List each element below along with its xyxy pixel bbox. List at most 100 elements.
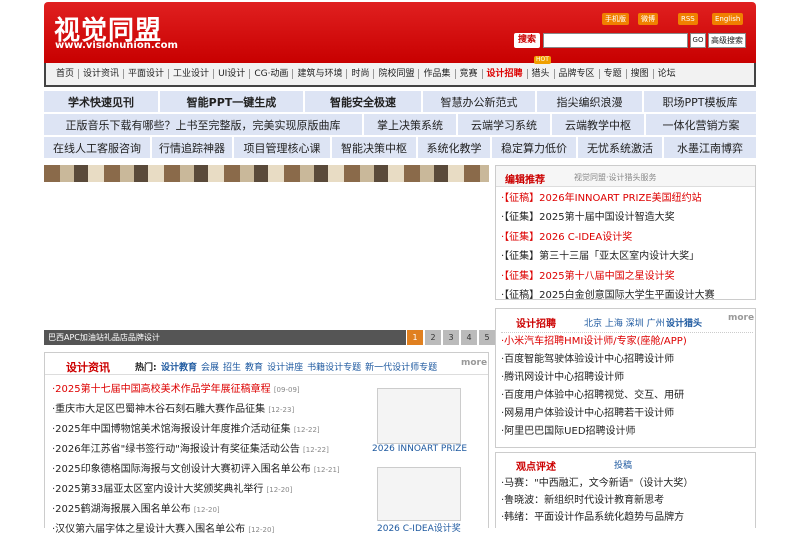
ad-link[interactable]: 项目管理核心课 bbox=[234, 137, 330, 158]
ad-link[interactable]: 行情追踪神器 bbox=[152, 137, 232, 158]
opinion-title[interactable]: 观点评述 bbox=[516, 458, 556, 473]
news-thumbnail-caption[interactable]: 2026 INNOART PRIZE bbox=[372, 444, 467, 454]
nav-industrial[interactable]: 工业设计 bbox=[168, 69, 213, 79]
ad-link[interactable]: 稳定算力低价 bbox=[492, 137, 576, 158]
editor-picks-subtitle[interactable]: 视觉同盟·设计猎头服务 bbox=[574, 172, 657, 183]
nav-cg[interactable]: CG·动画 bbox=[249, 69, 292, 79]
list-item[interactable]: ·网易用户体验设计中心招聘若干设计师 bbox=[501, 405, 753, 423]
table-row[interactable]: ·2025年中国博物馆美术馆海报设计年度推介活动征集 [12-22] bbox=[52, 420, 372, 440]
hot-link[interactable]: 招生 bbox=[223, 360, 241, 373]
list-item[interactable]: ·百度智能驾驶体验设计中心招聘设计师 bbox=[501, 351, 753, 369]
ad-link[interactable]: 云端学习系统 bbox=[458, 114, 550, 135]
ad-link[interactable]: 正版音乐下载有哪些？上书至完整版，完美实现原版曲库 bbox=[44, 114, 362, 135]
nav-news[interactable]: 设计资讯 bbox=[78, 69, 123, 79]
list-item[interactable]: ·【征集】2025第十届中国设计智造大奖 bbox=[501, 208, 753, 227]
slider-page[interactable]: 1 bbox=[407, 330, 423, 345]
ad-link[interactable]: 一体化营销方案 bbox=[646, 114, 756, 135]
news-headline[interactable]: ·2025第33届亚太区室内设计大奖颁奖典礼举行 bbox=[52, 484, 263, 495]
nav-brands[interactable]: 品牌专区 bbox=[553, 69, 599, 79]
hot-link[interactable]: 会展 bbox=[201, 360, 219, 373]
ad-link[interactable]: 职场PPT模板库 bbox=[644, 91, 756, 112]
ad-link[interactable]: 无忧系统激活 bbox=[578, 137, 662, 158]
rss-link[interactable]: RSS bbox=[678, 13, 698, 25]
news-headline[interactable]: ·汉仪第六届字体之星设计大赛入围名单公布 bbox=[52, 524, 245, 535]
news-headline[interactable]: ·2026年江苏省"绿书签行动"海报设计有奖征集活动公告 bbox=[52, 444, 300, 455]
slider-page[interactable]: 4 bbox=[461, 330, 477, 345]
slider-page[interactable]: 5 bbox=[479, 330, 495, 345]
news-thumbnail[interactable] bbox=[377, 388, 461, 444]
search-go-button[interactable]: GO bbox=[690, 33, 706, 48]
news-headline[interactable]: ·重庆市大足区巴蜀神木谷石刻石雕大赛作品征集 bbox=[52, 404, 265, 415]
slider-page[interactable]: 2 bbox=[425, 330, 441, 345]
ad-link[interactable]: 智能决策中枢 bbox=[332, 137, 416, 158]
ad-link[interactable]: 智能安全极速 bbox=[305, 91, 421, 112]
news-headline[interactable]: ·2025鹤湖海报展入围名单公布 bbox=[52, 504, 191, 515]
list-item[interactable]: ·韩绪：平面设计作品系统化趋势与品牌方 bbox=[501, 509, 753, 526]
ad-link[interactable]: 系统化教学 bbox=[418, 137, 490, 158]
table-row[interactable]: ·2025鹤湖海报展入围名单公布 [12-20] bbox=[52, 500, 372, 520]
jobs-title[interactable]: 设计招聘 bbox=[516, 315, 556, 330]
nav-forum[interactable]: 论坛 bbox=[652, 69, 680, 79]
mobile-link[interactable]: 手机版 bbox=[602, 13, 629, 25]
news-headline[interactable]: ·2025印象德格国际海报与文创设计大赛初评入围名单公布 bbox=[52, 464, 311, 475]
opinion-submit-link[interactable]: 投稿 bbox=[614, 458, 632, 471]
jobs-cities[interactable]: 北京 上海 深圳 广州 bbox=[584, 316, 665, 329]
hot-link[interactable]: 设计教育 bbox=[161, 360, 197, 373]
ad-link[interactable]: 智慧办公新范式 bbox=[423, 91, 535, 112]
nav-portfolio[interactable]: 作品集 bbox=[418, 69, 454, 79]
list-item[interactable]: ·【征稿】2026年INNOART PRIZE美国纽约站 bbox=[501, 189, 753, 208]
weibo-link[interactable]: 微博 bbox=[638, 13, 658, 25]
list-item[interactable]: ·【征集】2026 C-IDEA设计奖 bbox=[501, 228, 753, 247]
table-row[interactable]: ·2025第十七届中国高校美术作品学年展征稿章程 [09-09] bbox=[52, 380, 372, 400]
list-item[interactable]: ·【征稿】2025白金创意国际大学生平面设计大赛 bbox=[501, 286, 753, 305]
list-item[interactable]: ·百度用户体验中心招聘视觉、交互、用研 bbox=[501, 387, 753, 405]
hot-link[interactable]: 书籍设计专题 bbox=[307, 360, 361, 373]
advanced-search-button[interactable]: 高级搜索 bbox=[708, 33, 746, 48]
hot-link[interactable]: 新一代设计师专题 bbox=[365, 360, 437, 373]
table-row[interactable]: ·2025第33届亚太区室内设计大奖颁奖典礼举行 [12-20] bbox=[52, 480, 372, 500]
nav-headhunter[interactable]: 猎头 bbox=[526, 69, 554, 79]
nav-image-search[interactable]: 搜图 bbox=[625, 69, 653, 79]
ad-link[interactable]: 云端教学中枢 bbox=[552, 114, 644, 135]
english-link[interactable]: English bbox=[712, 13, 744, 25]
ad-link[interactable]: 水墨江南博弈 bbox=[664, 137, 756, 158]
news-title[interactable]: 设计资讯 bbox=[66, 359, 110, 375]
nav-architecture[interactable]: 建筑与环境 bbox=[292, 69, 346, 79]
list-item[interactable]: ·腾讯网设计中心招聘设计师 bbox=[501, 369, 753, 387]
headhunter-link[interactable]: 设计猎头 bbox=[666, 316, 702, 329]
nav-ui[interactable]: UI设计 bbox=[213, 69, 249, 79]
ad-link[interactable]: 智能PPT一键生成 bbox=[160, 91, 303, 112]
list-item[interactable]: ·小米汽车招聘HMI设计师/专家(座舱/APP) bbox=[501, 333, 753, 351]
search-input[interactable] bbox=[543, 33, 688, 48]
news-headline[interactable]: ·2025年中国博物馆美术馆海报设计年度推介活动征集 bbox=[52, 424, 291, 435]
table-row[interactable]: ·2025印象德格国际海报与文创设计大赛初评入围名单公布 [12-21] bbox=[52, 460, 372, 480]
ad-link[interactable]: 学术快速见刊 bbox=[44, 91, 158, 112]
list-item[interactable]: ·鲁晓波：新组织时代设计教育新思考 bbox=[501, 492, 753, 509]
ad-link[interactable]: 掌上决策系统 bbox=[364, 114, 456, 135]
list-item[interactable]: ·阿里巴巴国际UED招聘设计师 bbox=[501, 423, 753, 441]
list-item[interactable]: ·【征集】2025第十八届中国之星设计奖 bbox=[501, 267, 753, 286]
news-thumbnail[interactable] bbox=[377, 467, 461, 521]
nav-contest[interactable]: 竞赛 bbox=[454, 69, 482, 79]
table-row[interactable]: ·重庆市大足区巴蜀神木谷石刻石雕大赛作品征集 [12-23] bbox=[52, 400, 372, 420]
nav-graphic[interactable]: 平面设计 bbox=[123, 69, 168, 79]
jobs-more-link[interactable]: more bbox=[728, 313, 754, 323]
table-row[interactable]: ·2026年江苏省"绿书签行动"海报设计有奖征集活动公告 [12-22] bbox=[52, 440, 372, 460]
nav-jobs[interactable]: 设计招聘 bbox=[481, 69, 527, 79]
slider-image[interactable] bbox=[44, 165, 489, 182]
news-headline[interactable]: ·2025第十七届中国高校美术作品学年展征稿章程 bbox=[52, 384, 271, 395]
ad-link[interactable]: 指尖编织浪漫 bbox=[537, 91, 642, 112]
slider-page[interactable]: 3 bbox=[443, 330, 459, 345]
nav-topics[interactable]: 专题 bbox=[598, 69, 626, 79]
nav-home[interactable]: 首页 bbox=[52, 69, 78, 79]
table-row[interactable]: ·汉仪第六届字体之星设计大赛入围名单公布 [12-20] bbox=[52, 520, 372, 540]
nav-fashion[interactable]: 时尚 bbox=[346, 69, 373, 79]
hot-link[interactable]: 教育 bbox=[245, 360, 263, 373]
slider-caption[interactable]: 巴西APC加油站礼品店品牌设计 bbox=[44, 330, 406, 345]
nav-schools[interactable]: 院校同盟 bbox=[373, 69, 418, 79]
hot-link[interactable]: 设计讲座 bbox=[267, 360, 303, 373]
list-item[interactable]: ·马赛："中西融汇，文今新语"（设计大奖） bbox=[501, 475, 753, 492]
news-more-link[interactable]: more bbox=[461, 358, 487, 368]
ad-link[interactable]: 在线人工客服咨询 bbox=[44, 137, 150, 158]
list-item[interactable]: ·【征集】第三十三届「亚太区室内设计大奖」 bbox=[501, 247, 753, 266]
